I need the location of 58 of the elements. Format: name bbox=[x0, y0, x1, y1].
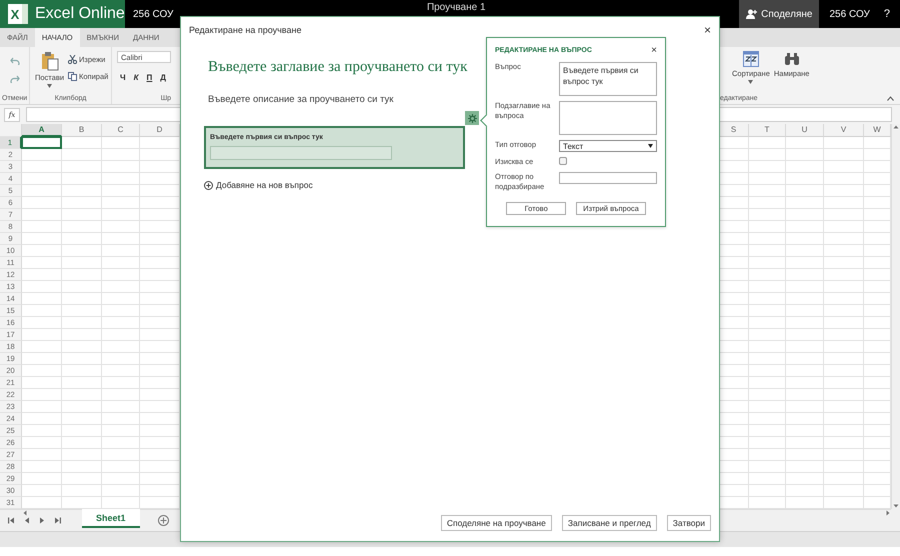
last-sheet-icon[interactable] bbox=[54, 516, 61, 524]
column-header[interactable]: B bbox=[62, 124, 102, 137]
select-all-corner[interactable] bbox=[0, 124, 22, 137]
text-area[interactable] bbox=[559, 101, 657, 135]
add-question-link[interactable]: Добавяне на нов въпрос bbox=[204, 180, 313, 190]
caret-icon bbox=[748, 80, 754, 84]
format-button[interactable]: К bbox=[130, 73, 142, 82]
spreadsheet-cell[interactable] bbox=[22, 137, 62, 149]
app-logo: X bbox=[8, 4, 28, 24]
sheet-tab[interactable]: Sheet1 bbox=[82, 509, 140, 528]
share-survey-button[interactable]: Споделяне на проучване bbox=[440, 515, 552, 531]
survey-description[interactable]: Въведете описание за проучването си тук bbox=[208, 94, 394, 105]
gear-icon bbox=[468, 114, 476, 122]
scroll-right-icon[interactable] bbox=[885, 510, 891, 516]
column-header[interactable]: T bbox=[749, 124, 786, 137]
column-header[interactable]: C bbox=[102, 124, 140, 137]
caret-icon bbox=[47, 84, 52, 88]
add-sheet-icon[interactable] bbox=[158, 514, 169, 526]
format-button[interactable]: Д bbox=[157, 73, 169, 82]
copy-icon bbox=[68, 72, 78, 81]
cell-cursor bbox=[21, 136, 62, 149]
collapse-icon[interactable] bbox=[887, 96, 894, 101]
close-dialog-button[interactable]: Затвори bbox=[666, 515, 711, 531]
input-field[interactable] bbox=[559, 172, 657, 184]
answer-type-dropdown[interactable]: Текст bbox=[559, 140, 657, 152]
column-header[interactable]: A bbox=[22, 124, 62, 137]
text-area[interactable]: Въведете първия си въпрос тук bbox=[559, 62, 657, 96]
undo-icon[interactable] bbox=[10, 57, 20, 65]
app-name: Excel Online bbox=[35, 5, 125, 23]
column-header[interactable]: V bbox=[824, 124, 864, 137]
clipboard-icon bbox=[40, 51, 58, 71]
dropdown-caret-icon bbox=[648, 144, 653, 148]
redo-icon[interactable] bbox=[10, 75, 20, 83]
previous-sheet-icon[interactable] bbox=[24, 516, 30, 524]
survey-title[interactable]: Въведете заглавие за проучването си тук bbox=[208, 59, 468, 76]
column-header[interactable]: U bbox=[786, 124, 824, 137]
close-button[interactable]: × bbox=[651, 45, 657, 56]
save-and-view-button[interactable]: Записване и преглед bbox=[562, 515, 657, 531]
required-checkbox[interactable] bbox=[559, 157, 567, 165]
organization-name: 256 СОУ bbox=[133, 8, 174, 20]
user-name[interactable]: 256 СОУ bbox=[819, 8, 880, 20]
next-sheet-icon[interactable] bbox=[39, 516, 45, 524]
share-button[interactable]: Споделяне bbox=[739, 0, 820, 28]
first-sheet-icon[interactable] bbox=[8, 516, 15, 524]
format-button[interactable]: П bbox=[144, 73, 156, 82]
person-add-icon bbox=[746, 9, 758, 19]
binoculars-icon bbox=[784, 51, 800, 67]
help-button[interactable]: ? bbox=[880, 8, 900, 20]
settings-button[interactable] bbox=[465, 111, 479, 125]
document-title: Проучване 1 bbox=[426, 1, 487, 14]
close-button[interactable]: × bbox=[704, 23, 711, 37]
format-button[interactable]: Ч bbox=[117, 73, 129, 82]
dialog-title: Редактиране на проучване bbox=[189, 25, 302, 35]
plus-circle-icon bbox=[204, 180, 213, 190]
scissors-icon bbox=[68, 55, 78, 64]
scroll-left-icon[interactable] bbox=[22, 510, 28, 516]
sort-icon bbox=[742, 51, 759, 67]
dropdown-value: Текст bbox=[563, 142, 584, 150]
